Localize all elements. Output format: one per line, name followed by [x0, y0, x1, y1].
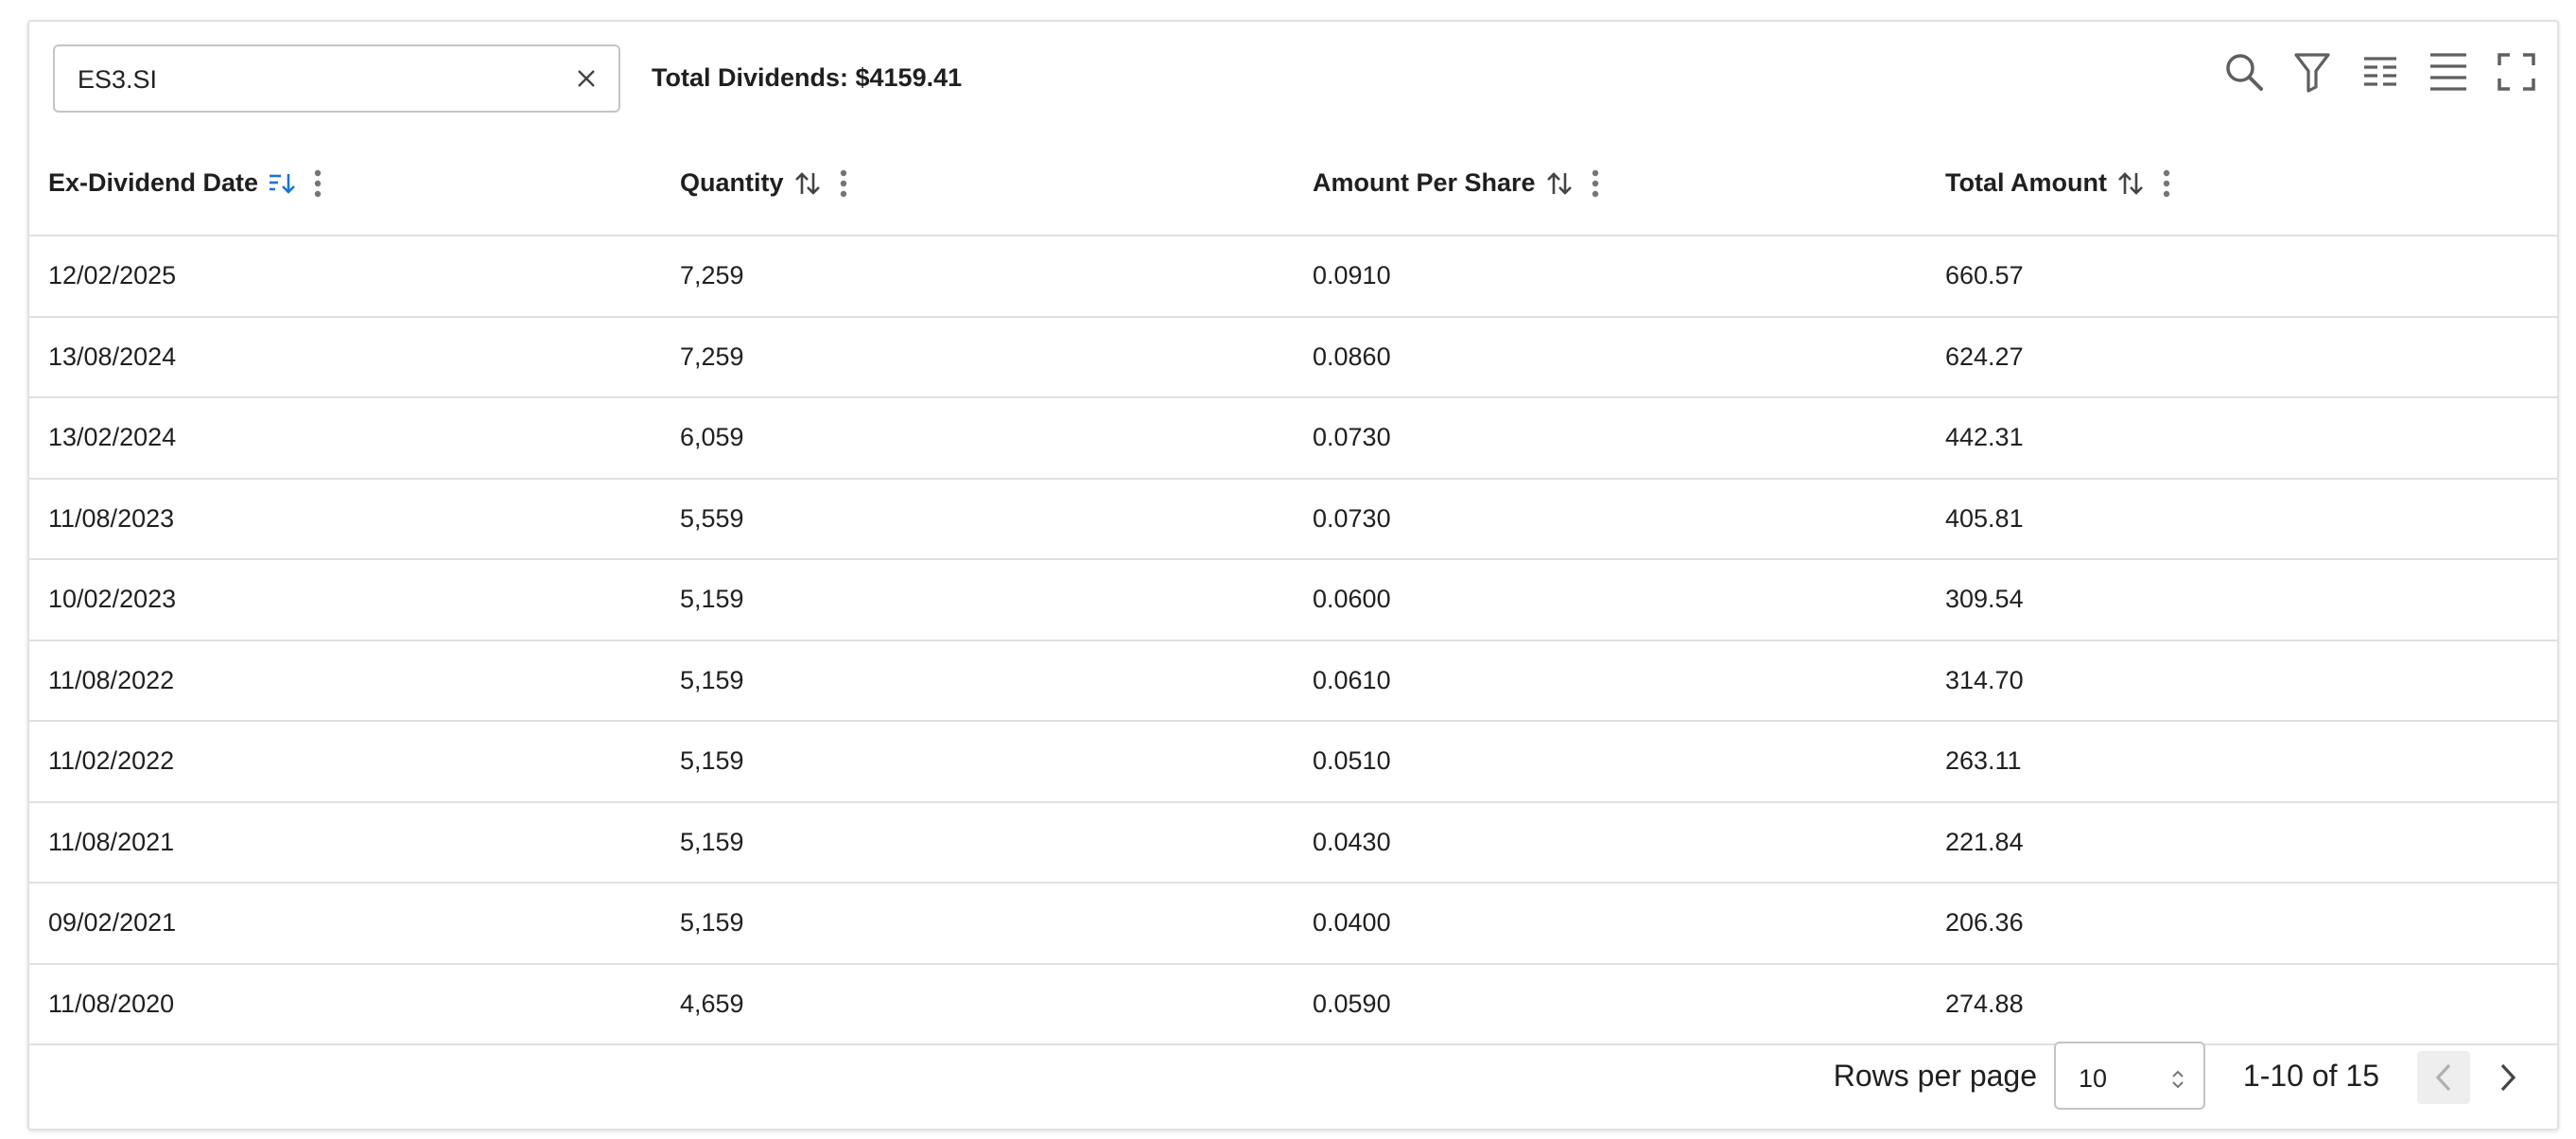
cell-total-amount: 442.31 — [1945, 423, 2024, 452]
cell-amount-per-share: 0.0510 — [1313, 746, 1391, 776]
next-page-icon[interactable] — [2481, 1051, 2534, 1104]
search-input-value[interactable]: ES3.SI — [78, 65, 157, 95]
column-header-label: Ex-Dividend Date — [48, 168, 259, 197]
sort-desc-icon[interactable] — [268, 171, 296, 196]
table-row[interactable]: 13/02/2024 6,059 0.0730 442.31 — [29, 397, 2559, 479]
column-menu-icon[interactable] — [313, 168, 322, 199]
previous-page-icon[interactable] — [2417, 1051, 2470, 1104]
cell-amount-per-share: 0.0730 — [1313, 503, 1391, 533]
cell-amount-per-share: 0.0910 — [1313, 261, 1391, 290]
cell-amount-per-share: 0.0600 — [1313, 585, 1391, 614]
density-icon[interactable] — [2423, 46, 2474, 97]
cell-ex-dividend-date: 12/02/2025 — [48, 261, 177, 290]
updown-chevron-icon[interactable] — [2171, 1068, 2184, 1095]
column-header-quantity[interactable]: Quantity — [661, 131, 1294, 236]
table-row[interactable]: 10/02/2023 5,159 0.0600 309.54 — [29, 559, 2559, 640]
cell-amount-per-share: 0.0730 — [1313, 423, 1391, 452]
cell-quantity: 7,259 — [680, 261, 744, 290]
dividends-table-card: ES3.SI Total Dividends: $4159.41 Ex-Divi… — [27, 20, 2559, 1130]
cell-total-amount: 221.84 — [1945, 827, 2024, 856]
table-row[interactable]: 11/08/2021 5,159 0.0430 221.84 — [29, 802, 2559, 883]
table-row[interactable]: 12/02/2025 7,259 0.0910 660.57 — [29, 236, 2559, 317]
cell-ex-dividend-date: 10/02/2023 — [48, 585, 177, 614]
column-header-total-amount[interactable]: Total Amount — [1926, 131, 2559, 236]
cell-total-amount: 263.11 — [1945, 746, 2022, 776]
cell-quantity: 5,159 — [680, 585, 744, 614]
sort-icon[interactable] — [2116, 170, 2145, 197]
cell-total-amount: 314.70 — [1945, 665, 2024, 694]
cell-amount-per-share: 0.0610 — [1313, 665, 1391, 694]
sort-icon[interactable] — [793, 170, 822, 197]
cell-total-amount: 624.27 — [1945, 342, 2024, 371]
rows-per-page-value[interactable]: 10 — [2079, 1064, 2107, 1094]
cell-amount-per-share: 0.0860 — [1313, 342, 1391, 371]
table-row[interactable]: 13/08/2024 7,259 0.0860 624.27 — [29, 317, 2559, 397]
cell-quantity: 5,159 — [680, 746, 744, 776]
cell-quantity: 5,159 — [680, 665, 744, 694]
column-header-label: Amount Per Share — [1313, 168, 1536, 197]
fullscreen-icon[interactable] — [2491, 46, 2542, 97]
column-header-ex-dividend-date[interactable]: Ex-Dividend Date — [29, 131, 661, 236]
cell-total-amount: 206.36 — [1945, 908, 2024, 937]
cell-ex-dividend-date: 13/08/2024 — [48, 342, 177, 371]
cell-ex-dividend-date: 11/08/2021 — [48, 827, 175, 856]
table-toolbar: ES3.SI Total Dividends: $4159.41 — [29, 22, 2557, 131]
table-row[interactable]: 11/08/2022 5,159 0.0610 314.70 — [29, 640, 2559, 721]
search-input[interactable]: ES3.SI — [53, 44, 620, 113]
column-header-label: Quantity — [680, 168, 784, 197]
toolbar-actions — [2219, 46, 2542, 97]
column-header-label: Total Amount — [1945, 168, 2107, 197]
cell-total-amount: 405.81 — [1945, 503, 2024, 533]
column-menu-icon[interactable] — [2162, 168, 2171, 199]
cell-ex-dividend-date: 11/08/2023 — [48, 503, 175, 533]
cell-total-amount: 309.54 — [1945, 585, 2024, 614]
cell-amount-per-share: 0.0400 — [1313, 908, 1391, 937]
column-menu-icon[interactable] — [1591, 168, 1600, 199]
columns-icon[interactable] — [2355, 46, 2406, 97]
cell-quantity: 7,259 — [680, 342, 744, 371]
cell-quantity: 5,159 — [680, 908, 744, 937]
dividends-table: Ex-Dividend Date Quantity Amount Per Sha… — [29, 131, 2559, 1045]
rows-per-page-label: Rows per page — [1833, 1059, 2037, 1093]
cell-total-amount: 660.57 — [1945, 261, 2024, 290]
cell-quantity: 6,059 — [680, 423, 744, 452]
cell-quantity: 5,559 — [680, 503, 744, 533]
pagination-range: 1-10 of 15 — [2242, 1059, 2379, 1093]
cell-quantity: 5,159 — [680, 827, 744, 856]
cell-ex-dividend-date: 09/02/2021 — [48, 908, 177, 937]
filter-icon[interactable] — [2287, 46, 2338, 97]
table-header-row: Ex-Dividend Date Quantity Amount Per Sha… — [29, 131, 2559, 236]
table-pagination: Rows per page 10 1-10 of 15 — [29, 1023, 2557, 1129]
column-header-amount-per-share[interactable]: Amount Per Share — [1294, 131, 1926, 236]
clear-search-icon[interactable] — [567, 60, 605, 97]
rows-per-page-select[interactable]: 10 — [2054, 1042, 2205, 1110]
column-menu-icon[interactable] — [839, 168, 848, 199]
sort-icon[interactable] — [1545, 170, 1574, 197]
table-row[interactable]: 11/08/2023 5,559 0.0730 405.81 — [29, 479, 2559, 559]
cell-amount-per-share: 0.0430 — [1313, 827, 1391, 856]
search-icon[interactable] — [2219, 46, 2270, 97]
cell-ex-dividend-date: 13/02/2024 — [48, 423, 177, 452]
cell-ex-dividend-date: 11/08/2022 — [48, 665, 175, 694]
table-row[interactable]: 09/02/2021 5,159 0.0400 206.36 — [29, 883, 2559, 964]
table-row[interactable]: 11/02/2022 5,159 0.0510 263.11 — [29, 721, 2559, 802]
cell-ex-dividend-date: 11/02/2022 — [48, 746, 175, 776]
total-dividends-label: Total Dividends: $4159.41 — [652, 63, 963, 92]
